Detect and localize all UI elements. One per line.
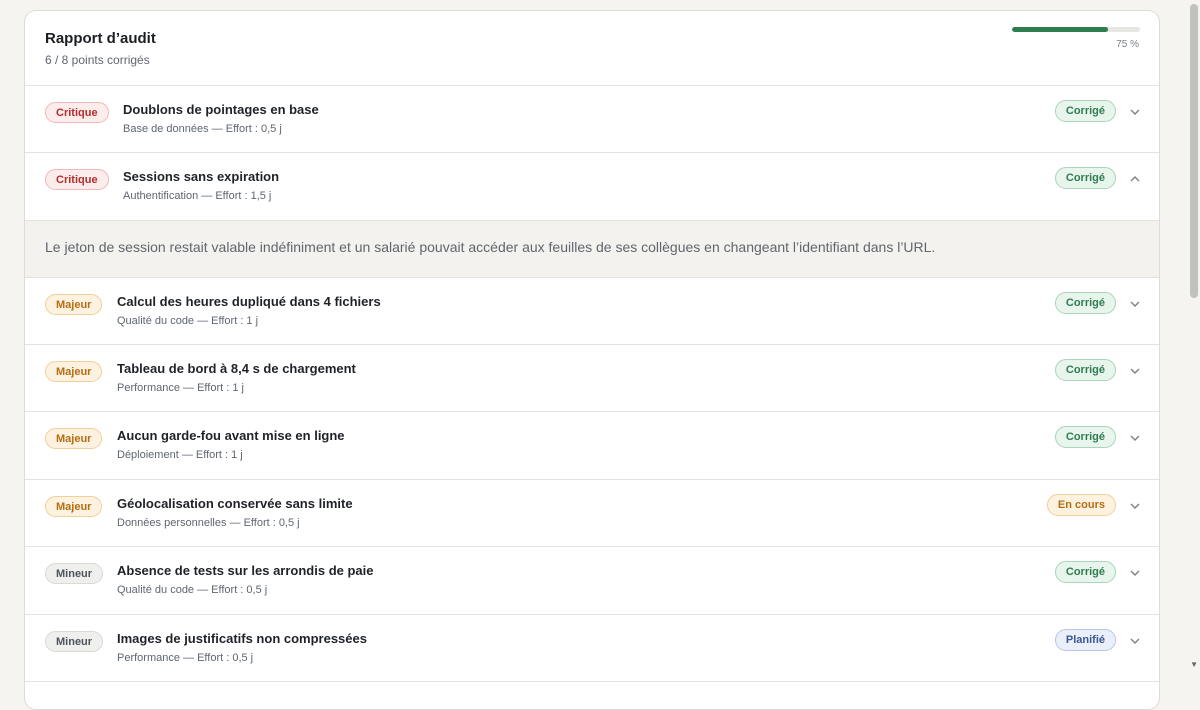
- item-title: Aucun garde-fou avant mise en ligne: [117, 428, 345, 443]
- item-meta: Performance — Effort : 0,5 j: [117, 652, 254, 664]
- status-badge: Corrigé: [1054, 292, 1116, 314]
- item-meta: Base de données — Effort : 0,5 j: [123, 123, 282, 135]
- severity-badge: Critique: [45, 102, 109, 123]
- status-badge: Planifié: [1054, 629, 1116, 651]
- chevron-down-icon[interactable]: [1127, 427, 1143, 447]
- severity-badge: Majeur: [45, 428, 103, 449]
- severity-badge: Mineur: [45, 563, 104, 584]
- severity-badge: Majeur: [45, 496, 103, 517]
- status-badge: Corrigé: [1054, 426, 1116, 448]
- chevron-down-icon[interactable]: [1127, 360, 1143, 380]
- audit-item[interactable]: Critique Doublons de pointages en base B…: [25, 86, 1159, 153]
- chevron-down-icon[interactable]: [1127, 101, 1143, 121]
- audit-item[interactable]: Majeur Géolocalisation conservée sans li…: [25, 480, 1159, 547]
- item-title: Tableau de bord à 8,4 s de chargement: [117, 361, 356, 376]
- item-title: Sessions sans expiration: [123, 169, 280, 184]
- item-meta: Données personnelles — Effort : 0,5 j: [117, 517, 300, 529]
- audit-item[interactable]: Mineur Images de justificatifs non compr…: [25, 615, 1159, 682]
- audit-item[interactable]: Mineur Absence de tests sur les arrondis…: [25, 547, 1159, 615]
- chevron-down-icon[interactable]: [1127, 630, 1143, 650]
- item-title: Géolocalisation conservée sans limite: [117, 496, 353, 511]
- progress-label: 75 %: [1116, 39, 1139, 50]
- chevron-down-icon[interactable]: [1127, 293, 1143, 313]
- scrollbar[interactable]: ▼: [1188, 0, 1200, 675]
- scroll-down-arrow-icon[interactable]: ▼: [1190, 660, 1198, 669]
- status-badge: Corrigé: [1054, 561, 1116, 583]
- audit-item[interactable]: Majeur Aucun garde-fou avant mise en lig…: [25, 412, 1159, 480]
- report-header: Rapport d’audit 6 / 8 points corrigés 75…: [25, 11, 1159, 86]
- severity-badge: Majeur: [45, 361, 103, 382]
- chevron-down-icon[interactable]: [1127, 562, 1143, 582]
- item-title: Images de justificatifs non compressées: [117, 631, 367, 646]
- item-meta: Qualité du code — Effort : 1 j: [117, 315, 259, 327]
- progress-bar: [1012, 27, 1140, 32]
- status-badge: Corrigé: [1054, 100, 1116, 122]
- status-badge: Corrigé: [1054, 167, 1116, 189]
- item-meta: Authentification — Effort : 1,5 j: [123, 190, 272, 202]
- item-detail-text: Le jeton de session restait valable indé…: [45, 239, 936, 255]
- severity-badge: Majeur: [45, 294, 103, 315]
- severity-badge: Critique: [45, 169, 109, 190]
- item-meta: Qualité du code — Effort : 0,5 j: [117, 584, 268, 596]
- item-meta: Déploiement — Effort : 1 j: [117, 449, 243, 461]
- status-badge: Corrigé: [1054, 359, 1116, 381]
- scrollbar-thumb[interactable]: [1190, 4, 1198, 298]
- item-meta: Performance — Effort : 1 j: [117, 382, 244, 394]
- page-title: Rapport d’audit: [45, 30, 156, 47]
- item-title: Calcul des heures dupliqué dans 4 fichie…: [117, 294, 381, 309]
- status-badge: En cours: [1046, 494, 1116, 516]
- audit-report-card: Rapport d’audit 6 / 8 points corrigés 75…: [24, 10, 1160, 710]
- chevron-up-icon[interactable]: [1127, 168, 1143, 188]
- audit-item[interactable]: Majeur Tableau de bord à 8,4 s de charge…: [25, 345, 1159, 412]
- item-title: Absence de tests sur les arrondis de pai…: [117, 563, 374, 578]
- item-detail-panel: Le jeton de session restait valable indé…: [25, 221, 1159, 278]
- severity-badge: Mineur: [45, 631, 104, 652]
- progress-fill: [1012, 27, 1108, 32]
- fixed-count: 6 / 8 points corrigés: [45, 53, 150, 67]
- audit-item-expanded[interactable]: Critique Sessions sans expiration Authen…: [25, 153, 1159, 221]
- audit-item[interactable]: Majeur Calcul des heures dupliqué dans 4…: [25, 278, 1159, 345]
- item-title: Doublons de pointages en base: [123, 102, 319, 117]
- chevron-down-icon[interactable]: [1127, 495, 1143, 515]
